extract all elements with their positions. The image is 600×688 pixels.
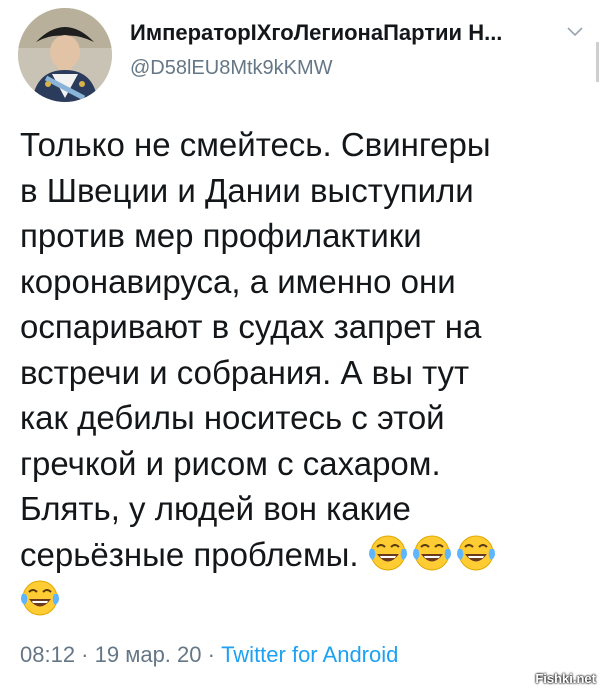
chevron-down-icon[interactable] (566, 22, 584, 40)
tweet-text-fragment: серьёзные проблемы. (20, 535, 359, 573)
tweet-time[interactable]: 08:12 (20, 642, 75, 667)
watermark: Fishki.net (535, 671, 596, 686)
tweet-text-line-with-emoji: серьёзные проблемы. (20, 532, 590, 578)
tweet-meta: 08:12 · 19 мар. 20 · Twitter for Android (20, 642, 398, 668)
tears-of-joy-emoji (368, 533, 408, 573)
tweet-text-line: против мер профилактики (20, 217, 422, 254)
author-handle[interactable]: @D58lEU8Mtk9kKMW (130, 57, 333, 80)
tweet-text: Только не смейтесь. Свингеры в Швеции и … (20, 122, 590, 623)
scrollbar[interactable] (596, 42, 599, 82)
tears-of-joy-emoji (412, 533, 452, 573)
avatar[interactable] (18, 8, 112, 102)
tears-of-joy-emoji (456, 533, 496, 573)
tears-of-joy-emoji (20, 578, 60, 618)
tweet-text-line: гречкой и рисом с сахаром. (20, 444, 441, 482)
tweet-text-line: Только не смейтесь. Свингеры (20, 126, 491, 163)
tweet-date[interactable]: 19 мар. 20 (95, 642, 202, 667)
tweet-text-line: коронавируса, а именно они (20, 262, 456, 300)
avatar-image (18, 8, 112, 102)
meta-separator: · (201, 642, 222, 667)
tweet-text-line: Блять, у людей вон какие (20, 490, 411, 527)
tweet-source-link[interactable]: Twitter for Android (221, 642, 398, 667)
meta-separator: · (75, 642, 95, 667)
tweet-card: ИмператорIХгоЛегионаПартии Н... @D58lEU8… (0, 0, 600, 688)
author-display-name[interactable]: ИмператорIХгоЛегионаПартии Н... (130, 20, 502, 46)
tweet-text-line: оспаривают в судах запрет на (20, 308, 482, 345)
tweet-text-line-emoji (20, 577, 590, 623)
tweet-text-line: в Швеции и Дании выступили (20, 171, 474, 209)
tweet-text-line: встречи и собрания. А вы тут (20, 353, 470, 391)
tweet-text-line: как дебилы носитесь с этой (20, 399, 445, 436)
